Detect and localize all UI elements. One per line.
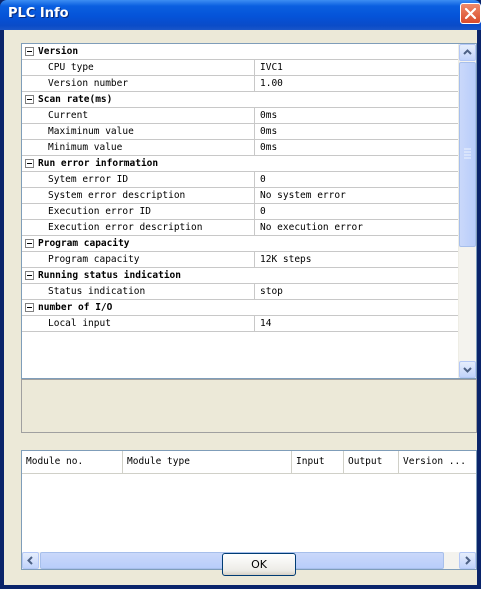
category-label: number of I/O <box>38 302 113 313</box>
scroll-left-button[interactable] <box>22 552 39 569</box>
arrow-right-icon <box>465 556 471 565</box>
property-row[interactable]: Current 0ms <box>22 108 460 124</box>
property-row[interactable]: Sytem error ID 0 <box>22 172 460 188</box>
property-category[interactable]: Running status indication <box>22 268 460 284</box>
row-gutter <box>22 124 36 139</box>
column-output[interactable]: Output <box>344 451 399 473</box>
property-value[interactable]: 0 <box>254 204 460 219</box>
property-row[interactable]: Status indication stop <box>22 284 460 300</box>
property-row[interactable]: Local input 14 <box>22 316 460 332</box>
property-name: Maximinum value <box>48 126 134 137</box>
property-row[interactable]: Execution error ID 0 <box>22 204 460 220</box>
scroll-down-button[interactable] <box>459 361 476 378</box>
category-label: Scan rate(ms) <box>38 94 113 105</box>
property-name: Execution error description <box>48 222 203 233</box>
property-value[interactable]: 0ms <box>254 140 460 155</box>
column-module-type[interactable]: Module type <box>123 451 292 473</box>
property-value[interactable]: No system error <box>254 188 460 203</box>
row-gutter <box>22 220 36 235</box>
category-label: Version <box>38 46 79 57</box>
property-category[interactable]: number of I/O <box>22 300 460 316</box>
property-value[interactable]: 0ms <box>254 124 460 139</box>
column-version[interactable]: Version ... <box>399 451 476 473</box>
property-name: Version number <box>48 78 129 89</box>
category-label: Running status indication <box>38 270 181 281</box>
module-list[interactable]: Module no. Module type Input Output Vers… <box>21 450 477 570</box>
scroll-up-button[interactable] <box>459 44 476 61</box>
title-bar[interactable]: PLC Info <box>0 0 481 30</box>
vertical-scroll-thumb[interactable] <box>459 62 476 247</box>
row-gutter <box>22 172 36 187</box>
property-row[interactable]: Maximinum value 0ms <box>22 124 460 140</box>
close-button[interactable] <box>460 3 481 24</box>
row-gutter <box>22 284 36 299</box>
property-value[interactable]: 12K steps <box>254 252 460 267</box>
module-list-header: Module no. Module type Input Output Vers… <box>22 451 476 474</box>
grip-icon <box>464 148 471 159</box>
property-name: System error description <box>48 190 186 201</box>
property-row[interactable]: Minimum value 0ms <box>22 140 460 156</box>
property-name: Minimum value <box>48 142 123 153</box>
property-grid[interactable]: Version CPU type IVC1 Version number 1.00 Sca… <box>21 43 477 379</box>
property-value[interactable]: 1.00 <box>254 76 460 91</box>
ok-button[interactable]: OK <box>222 553 296 576</box>
row-gutter <box>22 316 36 331</box>
property-name: Status indication <box>48 286 146 297</box>
scroll-right-button[interactable] <box>459 552 476 569</box>
window-title: PLC Info <box>8 6 69 21</box>
property-rows: Version CPU type IVC1 Version number 1.00 Sca… <box>22 44 460 332</box>
property-category[interactable]: Scan rate(ms) <box>22 92 460 108</box>
property-name: Local input <box>48 318 111 329</box>
property-row[interactable]: Version number 1.00 <box>22 76 460 92</box>
row-gutter <box>22 204 36 219</box>
row-gutter <box>22 108 36 123</box>
close-icon <box>464 7 477 20</box>
property-value[interactable]: 14 <box>254 316 460 331</box>
property-name: Current <box>48 110 89 121</box>
description-panel <box>21 379 477 433</box>
property-category[interactable]: Run error information <box>22 156 460 172</box>
property-row[interactable]: Execution error description No execution … <box>22 220 460 236</box>
row-gutter <box>22 252 36 267</box>
property-value[interactable]: 0 <box>254 172 460 187</box>
arrow-up-icon <box>463 49 472 55</box>
category-label: Program capacity <box>38 238 130 249</box>
property-category[interactable]: Version <box>22 44 460 60</box>
property-row[interactable]: CPU type IVC1 <box>22 60 460 76</box>
category-label: Run error information <box>38 158 159 169</box>
row-gutter <box>22 76 36 91</box>
property-name: Program capacity <box>48 254 140 265</box>
arrow-left-icon <box>27 556 33 565</box>
column-input[interactable]: Input <box>292 451 344 473</box>
property-value[interactable]: IVC1 <box>254 60 460 75</box>
plc-info-window: PLC Info Version CPU type IVC1 Version numb… <box>0 0 481 589</box>
row-gutter <box>22 188 36 203</box>
property-row[interactable]: Program capacity 12K steps <box>22 252 460 268</box>
property-row[interactable]: System error description No system error <box>22 188 460 204</box>
row-gutter <box>22 140 36 155</box>
property-name: Sytem error ID <box>48 174 129 185</box>
property-value[interactable]: 0ms <box>254 108 460 123</box>
arrow-down-icon <box>463 367 472 373</box>
property-value[interactable]: stop <box>254 284 460 299</box>
column-module-no[interactable]: Module no. <box>22 451 123 473</box>
dialog-body: Version CPU type IVC1 Version number 1.00 Sca… <box>4 30 477 585</box>
property-value[interactable]: No execution error <box>254 220 460 235</box>
property-name: Execution error ID <box>48 206 151 217</box>
vertical-scrollbar[interactable] <box>458 44 476 378</box>
property-name: CPU type <box>48 62 94 73</box>
row-gutter <box>22 60 36 75</box>
property-category[interactable]: Program capacity <box>22 236 460 252</box>
